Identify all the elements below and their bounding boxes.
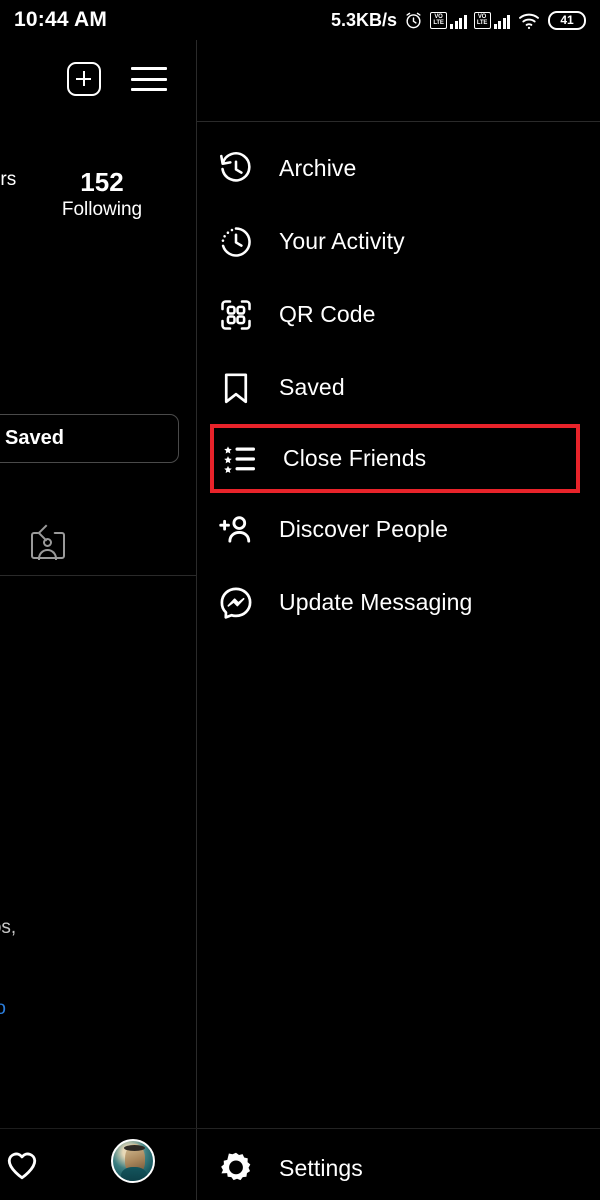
menu-item-your-activity-label: Your Activity xyxy=(279,228,405,254)
profile-section-divider xyxy=(0,575,197,576)
menu-item-archive-label: Archive xyxy=(279,155,357,181)
heart-icon[interactable] xyxy=(3,1147,41,1183)
profile-bio-link[interactable]: ideo xyxy=(0,998,6,1020)
status-bar-clock: 10:44 AM xyxy=(14,8,108,31)
signal-bars-2 xyxy=(493,12,510,29)
volte-icon-1: VoLTE VOLTE xyxy=(430,11,447,29)
menu-item-settings-label: Settings xyxy=(279,1154,363,1181)
bookmark-icon xyxy=(213,365,259,411)
archive-clock-icon xyxy=(213,146,259,192)
status-bar: 10:44 AM 5.3KB/s VoLTE VOLTE VoLTE xyxy=(0,0,600,40)
person-add-icon xyxy=(213,507,259,553)
qr-code-icon xyxy=(213,292,259,338)
stat-followers-label: ers xyxy=(0,169,17,190)
menu-item-update-messaging-label: Update Messaging xyxy=(279,589,473,615)
plus-box-icon[interactable] xyxy=(67,62,101,96)
menu-items-list: Archive Your Activity QR Code Saved Clos… xyxy=(197,132,600,639)
signal-bars-1 xyxy=(450,12,467,29)
profile-saved-button[interactable]: Saved xyxy=(0,414,179,463)
menu-item-archive[interactable]: Archive xyxy=(197,132,600,205)
menu-item-saved-label: Saved xyxy=(279,374,345,400)
menu-item-close-friends[interactable]: Close Friends xyxy=(210,424,580,493)
profile-panel-behind: ers 152 Following Saved videos, file. id… xyxy=(0,40,197,1200)
sim2-signal: VoLTE VOLTE xyxy=(473,11,510,29)
messenger-icon xyxy=(213,580,259,626)
story-highlight-icon[interactable] xyxy=(29,524,67,562)
profile-bio-text: videos, file. xyxy=(0,917,17,938)
profile-saved-button-label: Saved xyxy=(5,427,64,449)
status-bar-indicators: 5.3KB/s VoLTE VOLTE VoLTE VOLTE xyxy=(331,10,586,31)
menu-item-update-messaging[interactable]: Update Messaging xyxy=(197,566,600,639)
menu-item-close-friends-label: Close Friends xyxy=(283,445,427,471)
menu-item-your-activity[interactable]: Your Activity xyxy=(197,205,600,278)
menu-item-saved[interactable]: Saved xyxy=(197,351,600,424)
profile-stats: ers 152 Following xyxy=(0,167,197,223)
battery-level-text: 41 xyxy=(560,13,574,27)
menu-top-divider xyxy=(197,121,600,122)
instagram-profile-menu-screen: 10:44 AM 5.3KB/s VoLTE VOLTE VoLTE xyxy=(0,0,600,1200)
bottom-navigation-bar xyxy=(0,1128,197,1200)
wifi-icon xyxy=(517,11,541,30)
gear-icon xyxy=(213,1145,259,1191)
menu-item-qr-code-label: QR Code xyxy=(279,301,376,327)
battery-indicator: 41 xyxy=(548,10,586,30)
profile-top-actions xyxy=(0,40,197,118)
activity-clock-icon xyxy=(213,219,259,265)
volte-icon-2: VoLTE VOLTE xyxy=(473,11,491,29)
star-list-icon xyxy=(217,436,263,482)
side-menu-panel: Archive Your Activity QR Code Saved Clos… xyxy=(197,40,600,1200)
hamburger-menu-icon[interactable] xyxy=(131,67,167,91)
sim1-signal: VoLTE VOLTE xyxy=(430,11,467,29)
menu-item-discover-people[interactable]: Discover People xyxy=(197,493,600,566)
menu-item-settings[interactable]: Settings xyxy=(197,1136,600,1200)
menu-item-discover-people-label: Discover People xyxy=(279,516,448,542)
stat-following-count: 152 xyxy=(80,167,124,197)
menu-item-qr-code[interactable]: QR Code xyxy=(197,278,600,351)
stat-followers[interactable]: ers xyxy=(0,168,34,193)
stat-following-label: Following xyxy=(61,198,143,220)
network-speed-text: 5.3KB/s xyxy=(330,9,397,30)
profile-avatar[interactable] xyxy=(111,1139,155,1183)
stat-following[interactable]: 152 Following xyxy=(42,167,162,223)
alarm-clock-icon xyxy=(404,11,423,30)
settings-divider xyxy=(197,1128,600,1129)
